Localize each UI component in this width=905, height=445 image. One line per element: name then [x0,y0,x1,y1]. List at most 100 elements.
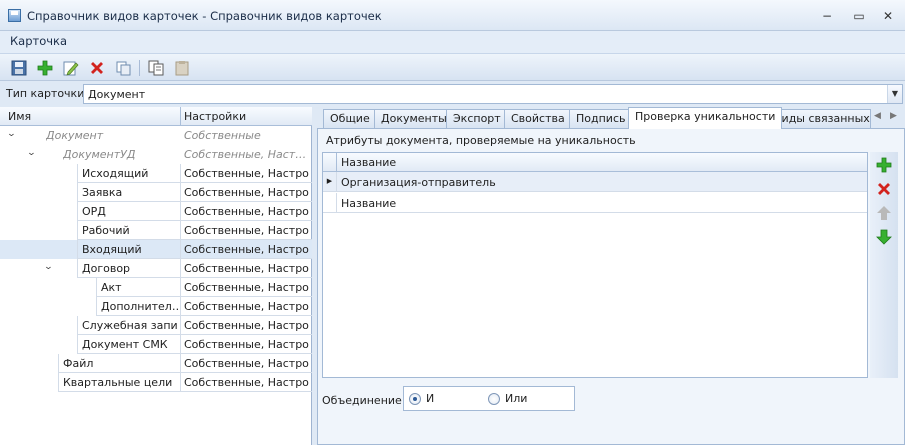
grid-row[interactable]: ▶ Организация-отправитель [323,172,867,192]
current-row-arrow-icon: ▶ [323,172,337,191]
tree-row-name: Дополнител… [101,300,178,313]
tree-header: Имя Настройки [0,107,312,126]
radio-checked-icon[interactable] [409,393,421,405]
duplicate-icon[interactable] [147,59,165,77]
radio-unchecked-icon[interactable] [488,393,500,405]
chevron-down-icon[interactable]: ▼ [887,85,902,103]
tree-row-name: Служебная запи… [82,319,178,332]
toolbar-separator [139,60,140,76]
grid-cell-title[interactable]: Организация-отправитель [341,176,496,189]
attributes-grid[interactable]: Название ▶ Организация-отправитель Назва… [322,152,868,378]
union-label: Объединение: [322,394,406,407]
grid-cell-title[interactable]: Название [341,197,396,210]
tree-row-settings: Собственные, Настро… [184,319,310,332]
details-pane: Общие Документы Экспорт Свойства Подпись… [313,107,905,445]
tab-export[interactable]: Экспорт [446,109,508,128]
column-name-header[interactable]: Имя [8,110,31,123]
tree-row-name: Файл [63,357,94,370]
card-type-select[interactable]: Документ ▼ [83,84,903,104]
tree-row-name: Документ [46,129,104,142]
tree-row-settings: Собственные, Настро… [184,300,310,313]
title-bar: Справочник видов карточек - Справочник в… [0,0,905,31]
tab-documents[interactable]: Документы [374,109,454,128]
tree-row[interactable]: Дополнител… Собственные, Настро… [0,297,312,316]
grid-header: Название [323,153,867,172]
tree-row[interactable]: Заявка Собственные, Настро… [0,183,312,202]
tree-row-name: Акт [101,281,122,294]
tree-row[interactable]: Исходящий Собственные, Настро… [0,164,312,183]
move-up-icon[interactable] [875,204,893,222]
tree-row-selected[interactable]: Входящий Собственные, Настро… [0,240,312,259]
window-title: Справочник видов карточек - Справочник в… [27,9,382,23]
copy-icon[interactable] [114,59,132,77]
union-option-label: И [426,392,435,405]
add-icon[interactable] [36,59,54,77]
close-button[interactable]: ✕ [879,8,897,24]
row-indicator [323,193,337,212]
tree-row[interactable]: Рабочий Собственные, Настро… [0,221,312,240]
tree-row-settings: Собственные, Настро… [184,186,310,199]
menu-bar: Карточка [0,31,905,53]
tab-signature[interactable]: Подпись [569,109,633,128]
tree-row-settings: Собственные, Настро… [184,205,310,218]
expand-arrow-icon[interactable]: ⌄ [7,129,20,139]
move-down-icon[interactable] [875,228,893,246]
row-divider [180,335,181,354]
tree-row-name: Договор [82,262,131,275]
tree-row-settings: Собственные, Настро… [184,338,310,351]
tree-row-settings: Собственные, Настро… [184,243,310,256]
column-title-header[interactable]: Название [341,156,396,169]
card-types-tree[interactable]: Имя Настройки ⌄ Документ Собственные ⌄ Д… [0,107,312,445]
edit-icon[interactable] [62,59,80,77]
grid-row[interactable]: Название [323,193,867,213]
uniqueness-panel: Атрибуты документа, проверяемые на уника… [317,128,905,445]
tree-row[interactable]: Документ СМК Собственные, Настро… [0,335,312,354]
restore-button[interactable]: ▭ [850,8,868,24]
tab-uniqueness-check[interactable]: Проверка уникальности [628,107,783,129]
expand-arrow-icon[interactable]: ⌄ [44,262,57,272]
tree-row-settings: Собственные, Настро… [184,167,310,180]
card-type-value: Документ [88,88,146,101]
tab-general[interactable]: Общие [323,109,377,128]
tree-row-name: Документ СМК [82,338,168,351]
tree-row-settings: Собственные, Настро… [184,357,310,370]
column-separator [180,107,181,126]
tree-row-name: ОРД [82,205,106,218]
tree-row-settings: Собственные, Настро… [184,376,310,389]
row-divider [180,202,181,221]
tab-properties[interactable]: Свойства [504,109,572,128]
row-divider [180,297,181,316]
tree-row[interactable]: ⌄ ДокументУД Собственные, Наст… [0,145,312,164]
tab-scroll-right-icon[interactable]: ▶ [890,111,897,121]
paste-icon[interactable] [173,59,191,77]
add-icon[interactable] [875,156,893,174]
tree-row-settings: Собственные, Наст… [184,148,307,161]
tree-row-name: Исходящий [82,167,149,180]
tab-scroll-left-icon[interactable]: ◀ [874,111,881,121]
column-settings-header[interactable]: Настройки [184,110,246,123]
row-divider [180,354,181,373]
card-type-bar: Тип карточки: Документ ▼ [0,82,905,106]
tree-row[interactable]: ⌄ Документ Собственные [0,126,312,145]
minimize-button[interactable]: − [818,8,836,24]
save-icon[interactable] [10,59,28,77]
tree-row[interactable]: Файл Собственные, Настро… [0,354,312,373]
row-divider [180,278,181,297]
remove-icon[interactable] [875,180,893,198]
tree-row[interactable]: ⌄ Договор Собственные, Настро… [0,259,312,278]
expand-arrow-icon[interactable]: ⌄ [27,148,40,158]
tree-row[interactable]: ОРД Собственные, Настро… [0,202,312,221]
delete-icon[interactable] [88,59,106,77]
tree-row-name: Квартальные цели [63,376,173,389]
tree-row[interactable]: Квартальные цели Собственные, Настро… [0,373,312,392]
row-divider [180,240,181,259]
toolbar [0,53,905,81]
tree-row[interactable]: Служебная запи… Собственные, Настро… [0,316,312,335]
tree-row-name: ДокументУД [63,148,136,161]
tree-row-settings: Собственные, Настро… [184,224,310,237]
tree-row[interactable]: Акт Собственные, Настро… [0,278,312,297]
tab-strip: Общие Документы Экспорт Свойства Подпись… [313,107,905,129]
menu-item-card[interactable]: Карточка [10,34,67,48]
tab-related-types[interactable]: Виды связанных з [767,109,871,128]
tree-row-name: Рабочий [82,224,130,237]
